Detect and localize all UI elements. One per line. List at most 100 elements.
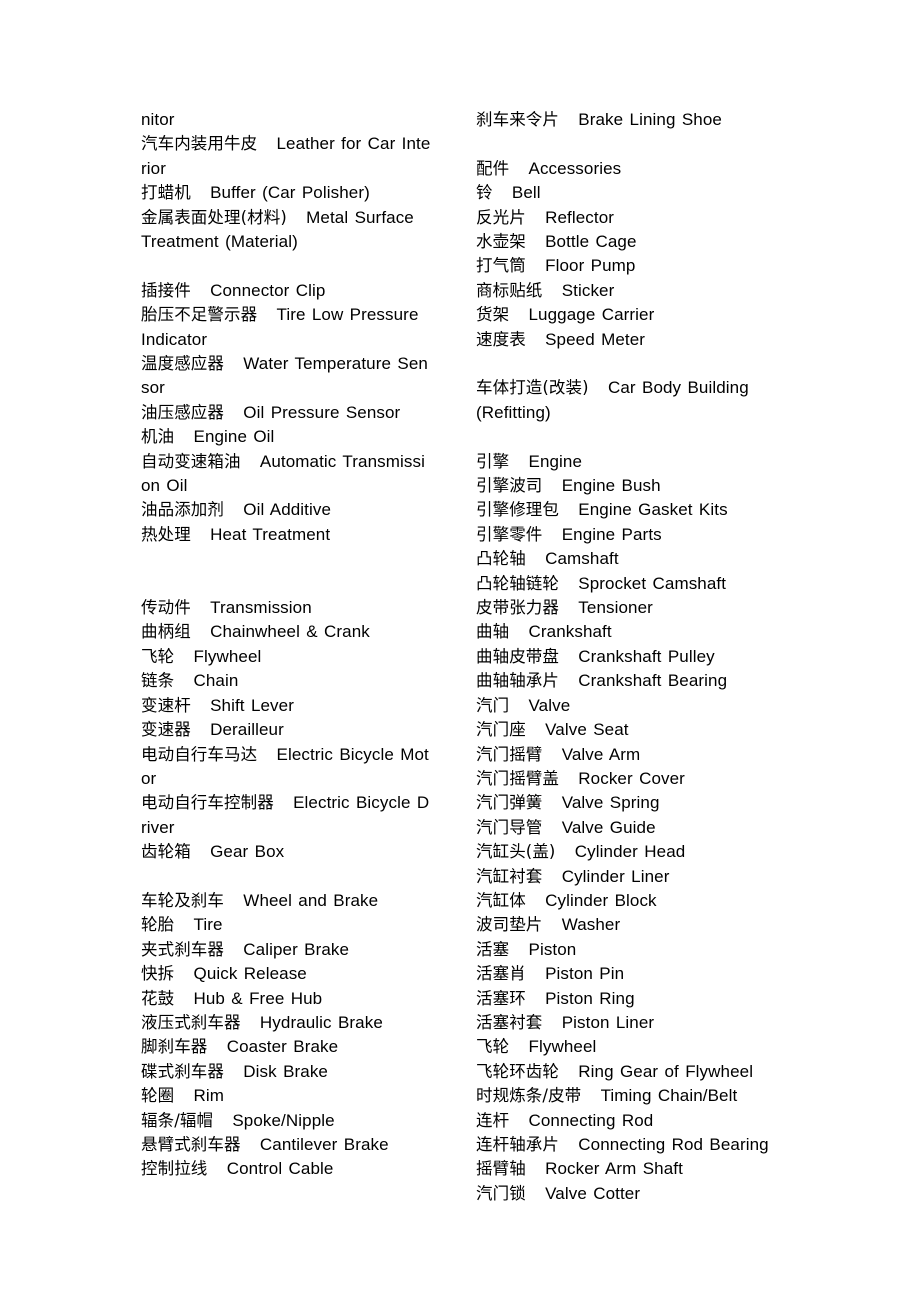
term-english: Cylinder Block (545, 890, 657, 910)
glossary-entry: 电动自行车马达 Electric Bicycle Mot (141, 743, 471, 767)
term-chinese: 控制拉线 (141, 1159, 208, 1179)
term-separator (526, 256, 545, 275)
term-english: Automatic Transmissi (259, 451, 425, 471)
term-separator (191, 696, 210, 715)
term-separator (555, 842, 574, 861)
term-chinese: 汽门弹簧 (476, 793, 543, 813)
term-separator (191, 525, 210, 544)
term-english: Electric Bicycle Mot (276, 744, 429, 764)
term-separator (241, 452, 260, 471)
term-english: Bell (511, 183, 541, 203)
term-english: Oil Additive (243, 500, 332, 520)
glossary-entry: 凸轮轴 Camshaft (476, 547, 811, 571)
term-chinese: 凸轮轴 (476, 549, 526, 569)
term-english: Flywheel (528, 1037, 597, 1057)
glossary-entry-continuation: Treatment (Material) (141, 230, 471, 254)
glossary-entry: 汽车内装用牛皮 Leather for Car Inte (141, 132, 471, 156)
term-separator (174, 427, 193, 446)
term-chinese: 花鼓 (141, 988, 175, 1008)
glossary-entry: 汽门弹簧 Valve Spring (476, 791, 811, 815)
term-separator (257, 134, 276, 153)
term-separator (174, 1086, 193, 1105)
term-english: Cylinder Liner (561, 866, 670, 886)
term-separator (542, 867, 561, 886)
term-separator (542, 476, 561, 495)
glossary-column-right: 刹车来令片 Brake Lining Shoe 配件 Accessories 铃 … (476, 108, 811, 1206)
term-separator (559, 1135, 578, 1154)
term-separator (509, 1037, 528, 1056)
term-separator (526, 208, 545, 227)
term-english: Hub & Free Hub (193, 988, 323, 1008)
term-chinese: 曲轴 (476, 622, 510, 642)
glossary-entry: 车轮及刹车 Wheel and Brake (141, 889, 471, 913)
glossary-entry: 飞轮环齿轮 Ring Gear of Flywheel (476, 1060, 811, 1084)
term-english: Leather for Car Inte (276, 134, 431, 154)
term-english: rior (141, 158, 166, 178)
glossary-entry: 摇臂轴 Rocker Arm Shaft (476, 1157, 811, 1181)
term-chinese: 波司垫片 (476, 915, 543, 935)
term-chinese: 引擎波司 (476, 476, 543, 496)
term-separator (542, 745, 561, 764)
glossary-entry: 自动变速箱油 Automatic Transmissi (141, 450, 471, 474)
term-separator (559, 769, 578, 788)
term-chinese: 水壶架 (476, 232, 526, 252)
term-separator (581, 1086, 600, 1105)
term-chinese: 时规炼条/皮带 (476, 1086, 582, 1106)
glossary-entry: 反光片 Reflector (476, 206, 811, 230)
term-english: Control Cable (226, 1159, 334, 1179)
glossary-entry: 引擎修理包 Engine Gasket Kits (476, 498, 811, 522)
glossary-entry: 打气筒 Floor Pump (476, 254, 811, 278)
term-chinese: 轮圈 (141, 1086, 175, 1106)
term-separator (287, 208, 306, 227)
term-chinese: 金属表面处理(材料) (141, 207, 287, 227)
glossary-entry-continuation: river (141, 816, 471, 840)
term-chinese: 打气筒 (476, 256, 526, 276)
term-chinese: 电动自行车控制器 (141, 793, 274, 813)
term-separator (207, 1037, 226, 1056)
term-chinese: 活塞肖 (476, 964, 526, 984)
term-english: Piston Ring (545, 988, 635, 1008)
term-separator (224, 1062, 243, 1081)
term-separator (526, 720, 545, 739)
term-separator (559, 647, 578, 666)
glossary-entry: 汽门 Valve (476, 694, 811, 718)
term-english: Oil Pressure Sensor (243, 402, 401, 422)
glossary-entry: 配件 Accessories (476, 157, 811, 181)
term-chinese: 自动变速箱油 (141, 451, 241, 471)
glossary-entry: 传动件 Transmission (141, 596, 471, 620)
glossary-entry: 机油 Engine Oil (141, 425, 471, 449)
term-separator (542, 281, 561, 300)
term-chinese: 变速器 (141, 720, 191, 740)
glossary-entry: 铃 Bell (476, 181, 811, 205)
term-separator (191, 842, 210, 861)
term-english: Brake Lining Shoe (578, 110, 722, 129)
term-chinese: 刹车来令片 (476, 110, 559, 129)
term-separator (526, 330, 545, 349)
glossary-entry: 液压式刹车器 Hydraulic Brake (141, 1011, 471, 1035)
term-chinese: 铃 (476, 183, 493, 203)
term-chinese: 飞轮 (476, 1037, 510, 1057)
term-english: nitor (141, 110, 175, 129)
term-english: Rocker Arm Shaft (545, 1159, 683, 1179)
term-separator (559, 671, 578, 690)
glossary-entry: 飞轮 Flywheel (476, 1035, 811, 1059)
glossary-entry: 引擎 Engine (476, 450, 811, 474)
term-english: Electric Bicycle D (293, 793, 430, 813)
term-english: Flywheel (193, 646, 262, 666)
term-english: Connector Clip (210, 280, 326, 300)
term-chinese: 车体打造(改装) (476, 378, 589, 398)
glossary-entry: 打蜡机 Buffer (Car Polisher) (141, 181, 471, 205)
term-english: Rocker Cover (578, 768, 685, 788)
glossary-entry: 碟式刹车器 Disk Brake (141, 1060, 471, 1084)
glossary-entry: 车体打造(改装) Car Body Building (476, 376, 811, 400)
term-chinese: 汽车内装用牛皮 (141, 134, 258, 154)
term-chinese: 辐条/辐帽 (141, 1110, 214, 1130)
term-separator (191, 598, 210, 617)
glossary-entry: 速度表 Speed Meter (476, 328, 811, 352)
term-separator (526, 989, 545, 1008)
glossary-entry: 油压感应器 Oil Pressure Sensor (141, 401, 471, 425)
glossary-entry: 汽缸衬套 Cylinder Liner (476, 865, 811, 889)
term-english: Crankshaft Bearing (578, 671, 728, 691)
term-separator (542, 818, 561, 837)
